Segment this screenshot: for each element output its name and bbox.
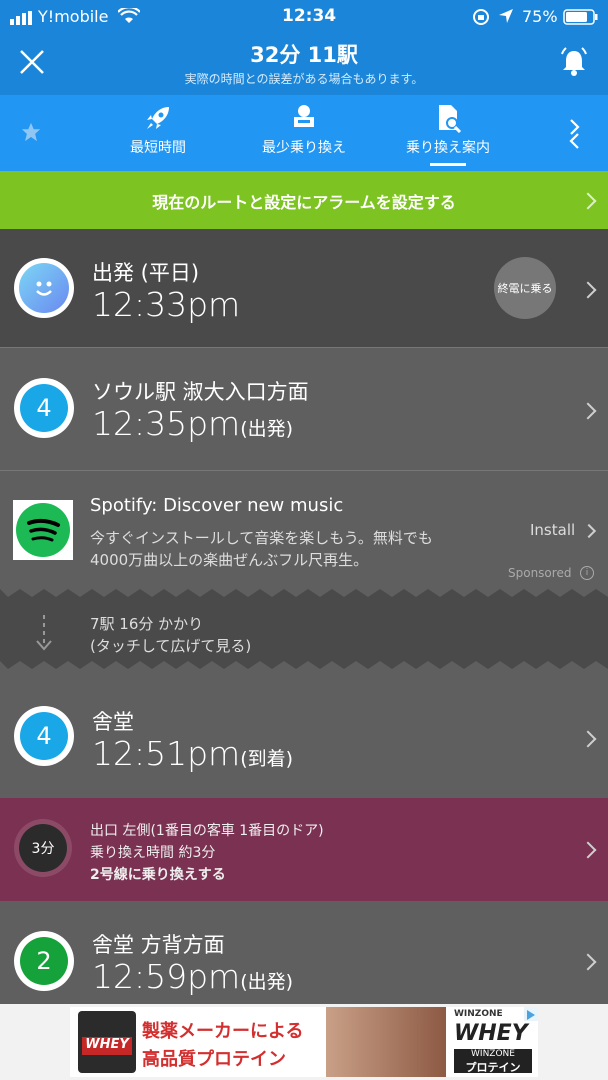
station-time-group: 12:51pm(到着) <box>92 734 293 773</box>
station-row-arrival[interactable]: 4 舎堂 12:51pm(到着) <box>0 674 608 798</box>
page-subtitle: 実際の時間との誤差がある場合もあります。 <box>184 72 424 86</box>
ad-headline-line2: 高品質プロテイン <box>142 1049 286 1070</box>
chevron-right-icon <box>579 953 597 971</box>
station-name: ソウル駅 淑大入口方面 <box>92 380 309 404</box>
ad-brand: WHEY <box>454 1021 528 1046</box>
tab-label: 乗り換え案内 <box>406 140 490 156</box>
adchoices-icon[interactable] <box>524 1007 538 1021</box>
clock: 12:34 <box>282 6 337 26</box>
station-time-group: 12:59pm(出発) <box>92 957 293 996</box>
station-name: 舎堂 <box>92 710 134 734</box>
bottom-ad-area: WHEY 製薬メーカーによる 高品質プロテイン WINZONE WHEY WIN… <box>0 1004 608 1080</box>
tab-fastest[interactable]: 最短時間 <box>100 95 216 171</box>
alarm-bell-icon[interactable] <box>556 44 592 84</box>
departure-time: 12:33pm <box>92 285 241 324</box>
document-search-icon <box>439 105 462 133</box>
station-row-departure[interactable]: 4 ソウル駅 淑大入口方面 12:35pm(出発) <box>0 348 608 470</box>
station-time-group: 12:35pm(出発) <box>92 404 293 443</box>
departure-label: 出発 (平日) <box>92 261 200 285</box>
more-tabs-chevron-icon[interactable] <box>568 117 582 153</box>
line-badge: 2 <box>14 931 74 991</box>
battery-percentage: 75% <box>522 7 558 26</box>
active-tab-indicator <box>430 163 466 166</box>
protein-product-image: WHEY <box>78 1011 136 1073</box>
time-suffix: (到着) <box>240 748 294 770</box>
favorite-star-icon[interactable] <box>20 121 42 147</box>
transfer-instruction: 2号線に乗り換えする <box>90 867 226 883</box>
chevron-right-icon <box>579 730 597 748</box>
set-alarm-banner[interactable]: 現在のルートと設定にアラームを設定する <box>0 171 608 229</box>
ride-expand-hint: (タッチして広げて見る) <box>90 637 252 655</box>
transfer-time-badge: 3分 <box>14 819 72 877</box>
page-title: 32分 11駅 <box>250 43 358 67</box>
station-row-transfer-departure[interactable]: 2 舎堂 方背方面 12:59pm(出発) <box>0 901 608 1004</box>
rocket-icon <box>147 107 169 129</box>
orientation-lock-icon <box>472 8 490 30</box>
status-bar: Y!mobile 12:34 75% <box>0 0 608 34</box>
athlete-image <box>326 1007 446 1077</box>
route-tabs: 最短時間 最少乗り換え 乗り換え案内 <box>0 95 608 171</box>
station-name: 舎堂 方背方面 <box>92 933 225 957</box>
sponsored-label: Sponsored <box>508 566 572 580</box>
last-train-badge[interactable]: 終電に乗る <box>494 257 556 319</box>
install-button[interactable]: Install <box>530 521 575 539</box>
seat-icon <box>294 105 314 127</box>
ad-product-label-box: WINZONE プロテイン <box>454 1049 532 1074</box>
station-time: 12:51pm <box>92 734 241 773</box>
tab-transfer-guide[interactable]: 乗り換え案内 <box>390 95 506 171</box>
departure-smiley-icon <box>14 258 74 318</box>
line-badge: 4 <box>14 706 74 766</box>
tab-fewest-transfers[interactable]: 最少乗り換え <box>246 95 362 171</box>
ad-description-line2: 4000万曲以上の楽曲ぜんぶフル尺再生。 <box>90 551 369 569</box>
ad-info-icon[interactable]: i <box>580 566 594 580</box>
expand-stations-icon <box>34 613 54 659</box>
time-suffix: (出発) <box>240 971 294 993</box>
signal-icon <box>10 10 34 29</box>
transfer-exit-info: 出口 左側(1番目の客車 1番目のドア) <box>90 823 324 839</box>
chevron-right-icon <box>579 281 597 299</box>
chevron-right-icon <box>579 841 597 859</box>
ad-description-line1: 今すぐインストールして音楽を楽しもう。無料でも <box>90 529 433 547</box>
spotify-logo-icon <box>13 500 73 560</box>
ride-duration: 7駅 16分 かかり <box>90 615 204 633</box>
route-header: 32分 11駅 実際の時間との誤差がある場合もあります。 <box>0 34 608 95</box>
station-time: 12:59pm <box>92 957 241 996</box>
line-badge: 4 <box>14 378 74 438</box>
alarm-banner-label: 現在のルートと設定にアラームを設定する <box>152 193 456 212</box>
protein-ad-banner[interactable]: WHEY 製薬メーカーによる 高品質プロテイン WINZONE WHEY WIN… <box>70 1007 538 1077</box>
tab-label: 最少乗り換え <box>262 140 346 156</box>
station-time: 12:35pm <box>92 404 241 443</box>
ride-info-row[interactable]: 7駅 16分 かかり (タッチして広げて見る) <box>0 589 608 674</box>
transfer-duration: 乗り換え時間 約3分 <box>90 845 216 861</box>
time-suffix: (出発) <box>240 418 294 440</box>
wifi-icon <box>117 6 141 28</box>
carrier-label: Y!mobile <box>38 7 109 26</box>
transfer-row[interactable]: 3分 出口 左側(1番目の客車 1番目のドア) 乗り換え時間 約3分 2号線に乗… <box>0 798 608 901</box>
chevron-right-icon <box>581 523 597 539</box>
chevron-right-icon <box>579 402 597 420</box>
ad-headline-line1: 製薬メーカーによる <box>142 1021 304 1042</box>
tab-label: 最短時間 <box>130 140 186 156</box>
ad-title: Spotify: Discover new music <box>90 495 344 516</box>
departure-row[interactable]: 出発 (平日) 12:33pm 終電に乗る <box>0 229 608 347</box>
ad-sub-brand: WINZONE <box>454 1009 503 1019</box>
battery-icon <box>563 9 599 29</box>
location-icon <box>498 8 514 28</box>
spotify-ad[interactable]: Spotify: Discover new music 今すぐインストールして音… <box>0 471 608 589</box>
